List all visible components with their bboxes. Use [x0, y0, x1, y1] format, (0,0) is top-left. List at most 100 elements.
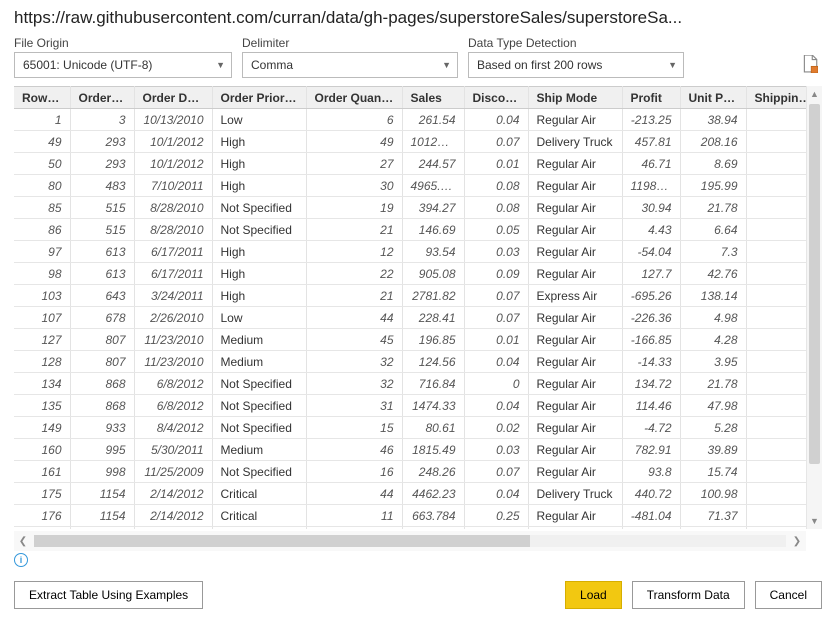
- table-row[interactable]: 1310/13/2010Low6261.540.04Regular Air-21…: [14, 109, 806, 131]
- cell: Regular Air: [528, 153, 622, 175]
- table-row[interactable]: 12880711/23/2010Medium32124.560.04Regula…: [14, 351, 806, 373]
- table-row[interactable]: 1499338/4/2012Not Specified1580.610.02Re…: [14, 417, 806, 439]
- col-header[interactable]: Discount: [464, 87, 528, 109]
- col-header[interactable]: Shipping Co: [746, 87, 806, 109]
- cell: 0.07: [464, 285, 528, 307]
- table-row[interactable]: 855158/28/2010Not Specified19394.270.08R…: [14, 197, 806, 219]
- load-button[interactable]: Load: [565, 581, 622, 609]
- col-header[interactable]: Profit: [622, 87, 680, 109]
- col-header[interactable]: Order ID: [70, 87, 134, 109]
- table-row[interactable]: 5029310/1/2012High27244.570.01Regular Ai…: [14, 153, 806, 175]
- cell: 160: [14, 439, 70, 461]
- chevron-down-icon: ▼: [216, 60, 225, 70]
- cell: 2/14/2012: [134, 483, 212, 505]
- cell: Regular Air: [528, 505, 622, 527]
- col-header[interactable]: Sales: [402, 87, 464, 109]
- col-header[interactable]: Order Quantity: [306, 87, 402, 109]
- cell: 196.85: [402, 329, 464, 351]
- col-header[interactable]: Ship Mode: [528, 87, 622, 109]
- cell: 114.46: [622, 395, 680, 417]
- cell: 0.04: [464, 109, 528, 131]
- scroll-right-arrow-icon[interactable]: ❯: [788, 532, 806, 550]
- cell: 42.76: [680, 263, 746, 285]
- table-row[interactable]: 1036433/24/2011High212781.820.07Express …: [14, 285, 806, 307]
- cell: 19: [306, 197, 402, 219]
- col-header[interactable]: Row ID: [14, 87, 70, 109]
- cell: 1344: [70, 527, 134, 530]
- whats-new-button[interactable]: [802, 55, 822, 78]
- table-row[interactable]: 1609955/30/2011Medium461815.490.03Regula…: [14, 439, 806, 461]
- cell: 5/30/2011: [134, 439, 212, 461]
- file-origin-group: File Origin 65001: Unicode (UTF-8) ▼: [14, 36, 232, 78]
- datatype-label: Data Type Detection: [468, 36, 684, 50]
- table-row[interactable]: 1076782/26/2010Low44228.410.07Regular Ai…: [14, 307, 806, 329]
- cell: 44: [306, 307, 402, 329]
- table-row[interactable]: 20313444/15/2012Low15834.9040.06Regular …: [14, 527, 806, 530]
- scroll-down-arrow-icon[interactable]: ▼: [807, 513, 822, 529]
- table-row[interactable]: 12780711/23/2010Medium45196.850.01Regula…: [14, 329, 806, 351]
- cell: Regular Air: [528, 241, 622, 263]
- cell: 933: [70, 417, 134, 439]
- file-origin-select[interactable]: 65001: Unicode (UTF-8) ▼: [14, 52, 232, 78]
- col-header[interactable]: Order Date: [134, 87, 212, 109]
- cell: 208.16: [680, 131, 746, 153]
- cell: 261.54: [402, 109, 464, 131]
- cell: 86: [14, 219, 70, 241]
- cell: -54.04: [622, 241, 680, 263]
- cell: 4.43: [622, 219, 680, 241]
- datatype-select[interactable]: Based on first 200 rows ▼: [468, 52, 684, 78]
- table-row[interactable]: 986136/17/2011High22905.080.09Regular Ai…: [14, 263, 806, 285]
- cell: 100.98: [680, 483, 746, 505]
- cell: 0.05: [464, 219, 528, 241]
- transform-data-button[interactable]: Transform Data: [632, 581, 745, 609]
- table-row[interactable]: 1358686/8/2012Not Specified311474.330.04…: [14, 395, 806, 417]
- cell: 0.08: [464, 175, 528, 197]
- table-row[interactable]: 17511542/14/2012Critical444462.230.04Del…: [14, 483, 806, 505]
- extract-table-button[interactable]: Extract Table Using Examples: [14, 581, 203, 609]
- table-row[interactable]: 865158/28/2010Not Specified21146.690.05R…: [14, 219, 806, 241]
- col-header[interactable]: Order Priority: [212, 87, 306, 109]
- cell: 4462.23: [402, 483, 464, 505]
- cell: 248.26: [402, 461, 464, 483]
- cell: 244.57: [402, 153, 464, 175]
- cell: Low: [212, 527, 306, 530]
- cell: 128: [14, 351, 70, 373]
- delimiter-select[interactable]: Comma ▼: [242, 52, 458, 78]
- cell: 149: [14, 417, 70, 439]
- cell: High: [212, 153, 306, 175]
- cancel-button[interactable]: Cancel: [755, 581, 822, 609]
- cell: 8/28/2010: [134, 219, 212, 241]
- cell: 8.69: [680, 153, 746, 175]
- cell: 124.56: [402, 351, 464, 373]
- horizontal-scroll-track[interactable]: [34, 535, 786, 547]
- cell: 44: [306, 483, 402, 505]
- vertical-scroll-thumb[interactable]: [809, 104, 820, 464]
- cell: [746, 439, 806, 461]
- cell: 6/8/2012: [134, 395, 212, 417]
- cell: 3/24/2011: [134, 285, 212, 307]
- scroll-left-arrow-icon[interactable]: ❮: [14, 532, 32, 550]
- table-row[interactable]: 976136/17/2011High1293.540.03Regular Air…: [14, 241, 806, 263]
- table-row[interactable]: 1348686/8/2012Not Specified32716.840Regu…: [14, 373, 806, 395]
- cell: 2/26/2010: [134, 307, 212, 329]
- cell: -4.72: [622, 417, 680, 439]
- cell: -213.25: [622, 109, 680, 131]
- vertical-scrollbar[interactable]: ▲ ▼: [806, 86, 822, 529]
- horizontal-scroll-thumb[interactable]: [34, 535, 530, 547]
- cell: 203: [14, 527, 70, 530]
- cell: High: [212, 285, 306, 307]
- cell: 27: [306, 153, 402, 175]
- cell: 998: [70, 461, 134, 483]
- horizontal-scrollbar[interactable]: ❮ ❯: [14, 531, 806, 551]
- cell: 11/25/2009: [134, 461, 212, 483]
- cell: 127: [14, 329, 70, 351]
- cell: 71.37: [680, 505, 746, 527]
- table-row[interactable]: 4929310/1/2012High4910123.020.07Delivery…: [14, 131, 806, 153]
- col-header[interactable]: Unit Price: [680, 87, 746, 109]
- cell: Express Air: [528, 285, 622, 307]
- table-row[interactable]: 17611542/14/2012Critical11663.7840.25Reg…: [14, 505, 806, 527]
- table-row[interactable]: 16199811/25/2009Not Specified16248.260.0…: [14, 461, 806, 483]
- table-row[interactable]: 804837/10/2011High304965.75950.08Regular…: [14, 175, 806, 197]
- scroll-up-arrow-icon[interactable]: ▲: [807, 86, 822, 102]
- cell: -14.33: [622, 351, 680, 373]
